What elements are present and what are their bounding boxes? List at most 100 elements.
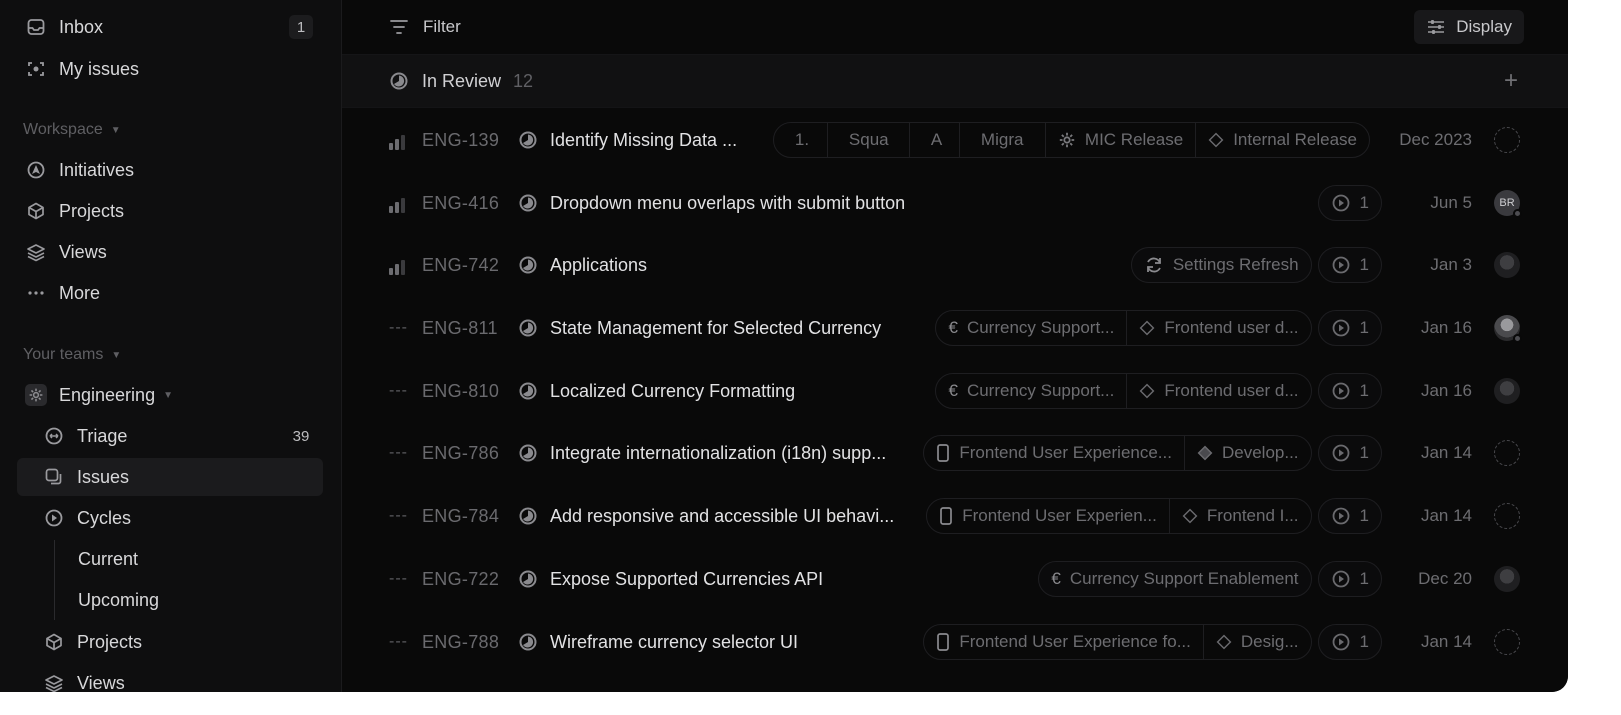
issue-row[interactable]: --- ENG-788 Wireframe currency selector … <box>342 611 1568 673</box>
project-chip[interactable]: Settings Refresh <box>1130 247 1312 283</box>
euro-icon: € <box>948 318 958 337</box>
cycle-chip[interactable]: 1 <box>1317 624 1382 660</box>
in-review-status-icon[interactable] <box>518 193 538 213</box>
in-review-status-icon[interactable] <box>518 569 538 589</box>
sidebar-item-label: Cycles <box>77 507 132 528</box>
cycle-chip[interactable]: 1 <box>1317 435 1382 471</box>
issue-title: Integrate internationalization (i18n) su… <box>550 442 887 463</box>
issue-row[interactable]: --- ENG-810 Localized Currency Formattin… <box>342 360 1568 422</box>
filter-button[interactable]: Filter <box>389 17 461 37</box>
unassigned-avatar-icon[interactable] <box>1494 503 1520 529</box>
milestone-chip: Frontend user d... <box>1127 374 1310 408</box>
sidebar-item-label: Views <box>77 672 125 693</box>
issue-row[interactable]: ENG-139 Identify Missing Data ... 1. Squ… <box>342 109 1568 171</box>
cycle-icon <box>1331 443 1351 463</box>
triage-count-badge: 39 <box>292 427 310 445</box>
cycle-chip[interactable]: 1 <box>1317 247 1382 283</box>
diamond-icon <box>1182 508 1198 524</box>
sidebar-item-inbox[interactable]: Inbox 1 <box>17 8 323 46</box>
initiatives-icon <box>25 159 47 181</box>
in-review-status-icon[interactable] <box>518 381 538 401</box>
mobile-icon <box>939 507 953 525</box>
project-milestone-chip[interactable]: € Currency Support... Frontend user d... <box>935 310 1312 346</box>
euro-icon: € <box>948 381 958 400</box>
caret-down-icon: ▼ <box>110 124 121 136</box>
unassigned-avatar-icon[interactable] <box>1494 127 1520 153</box>
priority-medium-icon <box>389 193 409 213</box>
issue-date: Jan 14 <box>1420 632 1472 651</box>
cycle-chip[interactable]: 1 <box>1317 561 1382 597</box>
group-title: In Review <box>422 70 502 91</box>
issue-row[interactable]: --- ENG-786 Integrate internationalizati… <box>342 422 1568 484</box>
team-engineering[interactable]: Engineering ▼ <box>17 376 323 414</box>
project-milestone-chip[interactable]: € Currency Support... Frontend user d... <box>935 373 1312 409</box>
sidebar-item-cycles[interactable]: Cycles <box>17 499 323 537</box>
issue-properties: € Currency Support... Frontend user d... … <box>935 360 1520 422</box>
sidebar-item-views[interactable]: Views <box>17 233 323 271</box>
sidebar-item-triage[interactable]: Triage 39 <box>17 417 323 455</box>
in-review-status-icon[interactable] <box>518 318 538 338</box>
assignee-avatar[interactable] <box>1494 315 1522 343</box>
group-header-in-review[interactable]: In Review 12 + <box>342 55 1568 108</box>
project-milestone-chip[interactable]: Frontend User Experience fo... Desig... <box>923 624 1312 660</box>
sidebar-item-more[interactable]: More <box>17 274 323 312</box>
sidebar-item-team-projects[interactable]: Projects <box>17 623 323 661</box>
issue-properties: Frontend User Experience fo... Desig... … <box>923 611 1520 673</box>
teams-section-toggle[interactable]: Your teams ▼ <box>23 346 121 364</box>
in-review-status-icon[interactable] <box>518 255 538 275</box>
my-issues-icon <box>25 58 47 80</box>
project-chip[interactable]: € Currency Support Enablement <box>1038 561 1312 597</box>
issue-id: ENG-811 <box>422 317 498 338</box>
project-milestone-chip[interactable]: Frontend User Experien... Frontend I... <box>926 498 1312 534</box>
in-review-status-icon[interactable] <box>518 130 538 150</box>
caret-down-icon: ▼ <box>163 389 173 401</box>
issue-properties: 1. Squa A Migra MIC Release Internal Rel… <box>772 109 1520 171</box>
cycle-chip[interactable]: 1 <box>1317 373 1382 409</box>
issue-date: Jan 16 <box>1420 318 1472 337</box>
display-button[interactable]: Display <box>1414 10 1524 44</box>
in-review-status-icon[interactable] <box>518 506 538 526</box>
assignee-avatar[interactable] <box>1494 566 1520 592</box>
cycle-chip[interactable]: 1 <box>1317 310 1382 346</box>
unassigned-avatar-icon[interactable] <box>1494 440 1520 466</box>
sidebar-item-team-views[interactable]: Views <box>17 664 323 692</box>
sidebar-item-label: Triage <box>77 425 128 446</box>
sidebar-item-label: Projects <box>77 631 143 652</box>
assignee-avatar[interactable] <box>1494 378 1520 404</box>
in-review-status-icon <box>389 71 409 91</box>
label-chip: Squa <box>828 123 910 157</box>
inbox-count-badge: 1 <box>289 15 313 39</box>
issue-title: Wireframe currency selector UI <box>550 631 799 652</box>
no-priority-icon: --- <box>389 507 408 524</box>
triage-icon <box>43 425 65 447</box>
issue-date: Jan 16 <box>1420 381 1472 400</box>
in-review-status-icon[interactable] <box>518 443 538 463</box>
label-chip: A <box>910 123 960 157</box>
cycle-chip[interactable]: 1 <box>1317 498 1382 534</box>
labels-chip-group[interactable]: 1. Squa A Migra MIC Release Internal Rel… <box>772 122 1370 158</box>
issue-row[interactable]: --- ENG-811 State Management for Selecte… <box>342 297 1568 359</box>
issue-row[interactable]: ENG-742 Applications Settings Refresh 1 … <box>342 234 1568 296</box>
sidebar-item-initiatives[interactable]: Initiatives <box>17 151 323 189</box>
workspace-section-toggle[interactable]: Workspace ▼ <box>23 121 121 139</box>
team-label: Engineering <box>59 384 156 405</box>
in-review-status-icon[interactable] <box>518 632 538 652</box>
issue-date: Dec 2023 <box>1399 130 1472 149</box>
team-gear-icon <box>25 384 47 406</box>
sidebar-item-cycle-current[interactable]: Current <box>17 540 323 578</box>
project-milestone-chip[interactable]: Frontend User Experience... Develop... <box>923 435 1312 471</box>
add-issue-plus-icon[interactable]: + <box>1504 67 1518 95</box>
issue-row[interactable]: --- ENG-722 Expose Supported Currencies … <box>342 548 1568 610</box>
cycle-chip[interactable]: 1 <box>1317 185 1382 221</box>
unassigned-avatar-icon[interactable] <box>1494 629 1520 655</box>
assignee-avatar[interactable]: BR <box>1494 190 1522 218</box>
cycle-icon <box>1331 255 1351 275</box>
sidebar-item-issues[interactable]: Issues <box>17 458 323 496</box>
issue-row[interactable]: ENG-416 Dropdown menu overlaps with subm… <box>342 172 1568 234</box>
issue-row[interactable]: --- ENG-784 Add responsive and accessibl… <box>342 485 1568 547</box>
sidebar-item-projects[interactable]: Projects <box>17 192 323 230</box>
sidebar-item-my-issues[interactable]: My issues <box>17 50 323 88</box>
assignee-avatar[interactable] <box>1494 252 1520 278</box>
sidebar-item-cycle-upcoming[interactable]: Upcoming <box>17 581 323 619</box>
group-count: 12 <box>513 70 534 91</box>
